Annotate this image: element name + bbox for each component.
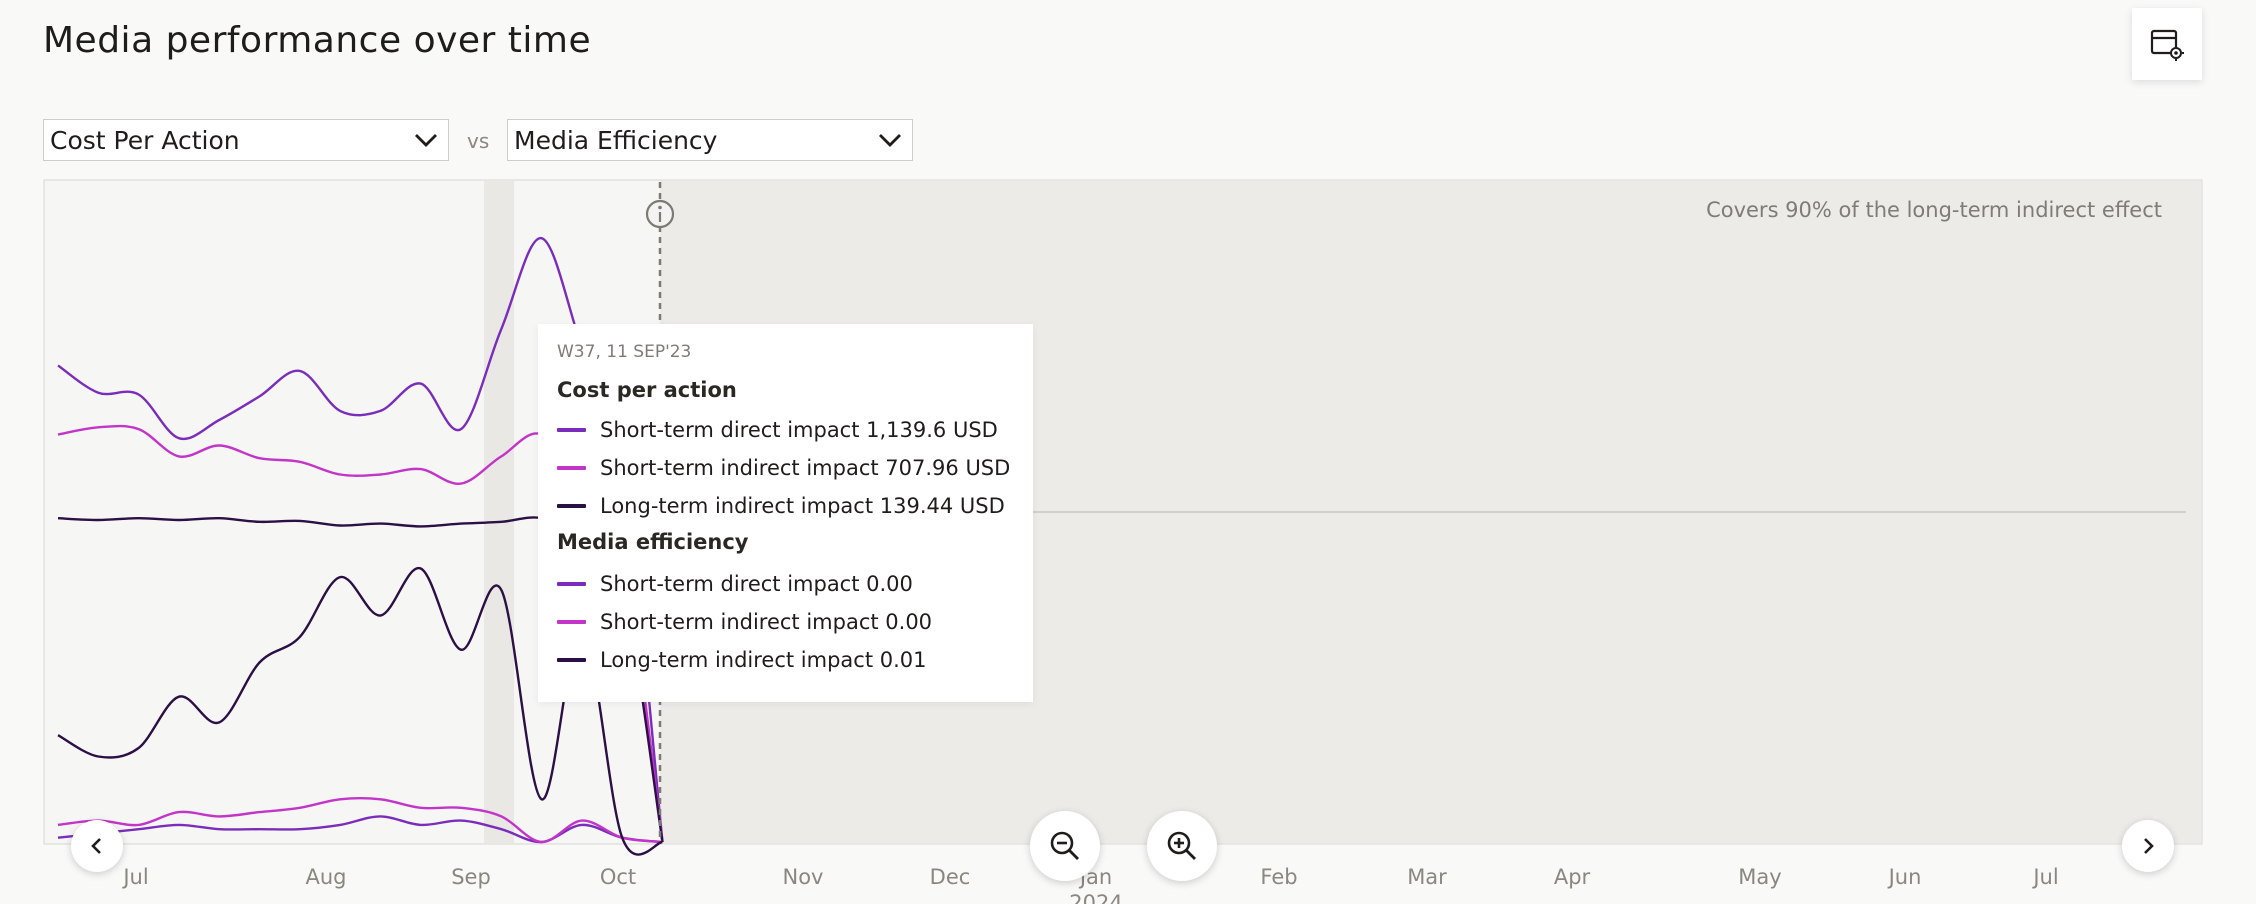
- tooltip-row: Short-term direct impact 0.00: [557, 572, 913, 596]
- long-term-annotation: Covers 90% of the long-term indirect eff…: [1706, 198, 2162, 222]
- legend-swatch: [557, 620, 586, 624]
- tooltip-row: Short-term direct impact 1,139.6 USD: [557, 418, 998, 442]
- prev-period-button[interactable]: [71, 820, 123, 872]
- x-tick-label: Oct: [600, 865, 636, 889]
- x-tick-label: Feb: [1260, 865, 1297, 889]
- chart-tooltip: W37, 11 SEP'23 Cost per action Short-ter…: [538, 324, 1033, 702]
- x-tick-label: Jun: [1887, 865, 1922, 889]
- x-tick-label: Jul: [2031, 865, 2058, 889]
- x-tick-label: Jul: [121, 865, 148, 889]
- tooltip-row: Short-term indirect impact 707.96 USD: [557, 456, 1010, 480]
- zoom-out-button[interactable]: [1030, 811, 1100, 881]
- chevron-left-icon: [91, 838, 101, 854]
- x-tick-label: Sep: [451, 865, 491, 889]
- legend-swatch: [557, 504, 586, 508]
- x-tick-label: Mar: [1407, 865, 1447, 889]
- tooltip-date: W37, 11 SEP'23: [557, 342, 692, 362]
- tooltip-section-title: Media efficiency: [557, 530, 749, 554]
- chevron-right-icon: [2144, 838, 2154, 854]
- zoom-out-icon: [1050, 831, 1079, 860]
- tooltip-row: Long-term indirect impact 0.01: [557, 648, 927, 672]
- zoom-in-icon: [1167, 831, 1196, 860]
- x-tick-year-label: 2024: [1069, 891, 1122, 904]
- x-tick-label: Apr: [1554, 865, 1591, 889]
- x-tick-label: Aug: [305, 865, 346, 889]
- zoom-in-button[interactable]: [1147, 811, 1217, 881]
- x-tick-label: Nov: [783, 865, 824, 889]
- tooltip-section-title: Cost per action: [557, 378, 737, 402]
- next-period-button[interactable]: [2122, 820, 2174, 872]
- x-tick-label: Dec: [930, 865, 971, 889]
- x-tick-label: May: [1738, 865, 1781, 889]
- tooltip-row: Short-term indirect impact 0.00: [557, 610, 932, 634]
- tooltip-row: Long-term indirect impact 139.44 USD: [557, 494, 1005, 518]
- legend-swatch: [557, 658, 586, 662]
- info-icon[interactable]: [645, 199, 675, 229]
- legend-swatch: [557, 582, 586, 586]
- highlight-week-band: [484, 181, 514, 843]
- legend-swatch: [557, 428, 586, 432]
- legend-swatch: [557, 466, 586, 470]
- performance-chart: Jul Aug Sep Oct Nov Dec Jan2024Feb Mar Apr May Jun…: [43, 179, 2203, 904]
